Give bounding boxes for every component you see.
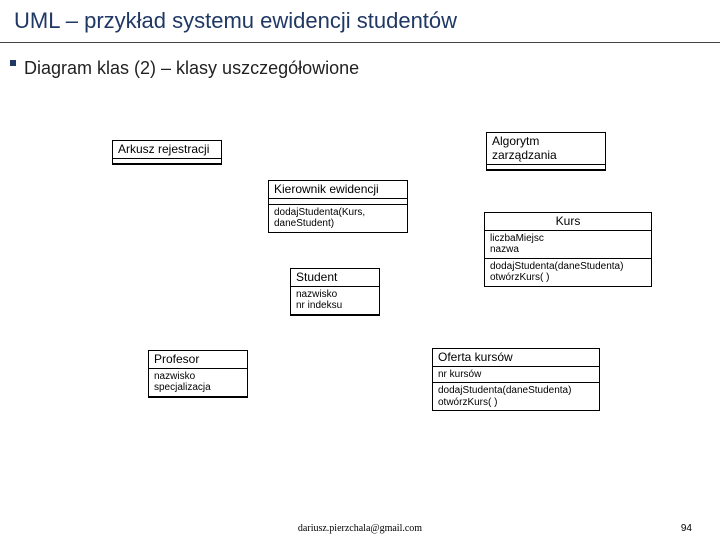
class-name: Kierownik ewidencji (269, 181, 407, 199)
class-ops: dodajStudenta(daneStudenta)otwórzKurs( ) (485, 259, 651, 286)
class-name: Kurs (485, 213, 651, 231)
class-name: Profesor (149, 351, 247, 369)
class-name: Algorytm zarządzania (487, 133, 605, 165)
bullet-icon (10, 60, 16, 66)
class-attrs (487, 165, 605, 170)
class-student: Student nazwiskonr indeksu (290, 268, 380, 316)
slide-subtitle: Diagram klas (2) – klasy uszczegółowione (24, 58, 359, 79)
footer-email: dariusz.pierzchala@gmail.com (298, 523, 422, 534)
class-profesor: Profesor nazwiskospecjalizacja (148, 350, 248, 398)
page-number: 94 (681, 523, 692, 534)
class-name: Student (291, 269, 379, 287)
class-attrs: liczbaMiejscnazwa (485, 231, 651, 259)
class-ops: dodajStudenta(Kurs, daneStudent) (269, 205, 407, 232)
class-kurs: Kurs liczbaMiejscnazwa dodajStudenta(dan… (484, 212, 652, 287)
class-name: Oferta kursów (433, 349, 599, 367)
class-name: Arkusz rejestracji (113, 141, 221, 159)
class-kierownik: Kierownik ewidencji dodajStudenta(Kurs, … (268, 180, 408, 233)
class-algorytm: Algorytm zarządzania (486, 132, 606, 171)
class-attrs: nazwiskonr indeksu (291, 287, 379, 315)
class-oferta: Oferta kursów nr kursów dodajStudenta(da… (432, 348, 600, 411)
class-arkusz: Arkusz rejestracji (112, 140, 222, 165)
slide-title: UML – przykład systemu ewidencji student… (14, 8, 457, 34)
class-attrs: nazwiskospecjalizacja (149, 369, 247, 397)
class-attrs: nr kursów (433, 367, 599, 384)
class-attrs (113, 159, 221, 164)
title-divider (0, 42, 720, 43)
class-ops: dodajStudenta(daneStudenta)otwórzKurs( ) (433, 383, 599, 410)
